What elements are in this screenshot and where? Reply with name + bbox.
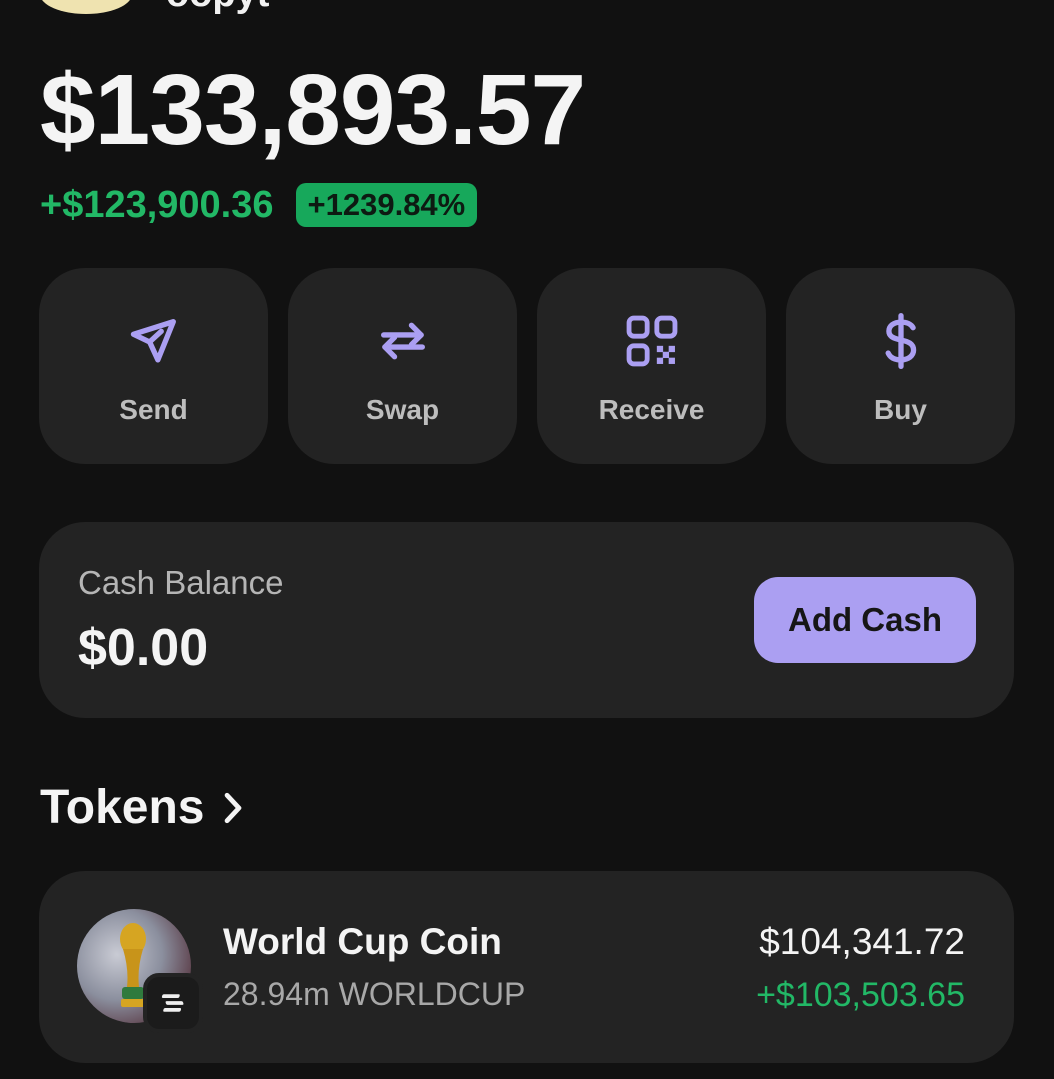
portfolio-change: +$123,900.36 +1239.84% [40, 183, 478, 227]
send-label: Send [119, 394, 188, 425]
receive-label: Receive [598, 394, 705, 425]
account-avatar[interactable] [40, 0, 132, 14]
swap-label: Swap [365, 394, 440, 425]
account-username: oopyt [166, 0, 269, 14]
token-name: World Cup Coin [223, 921, 502, 962]
chevron-right-icon [225, 792, 242, 823]
buy-button[interactable]: Buy [786, 268, 1015, 464]
portfolio-balance: $133,893.57 [40, 54, 586, 166]
token-row[interactable]: World Cup Coin 28.94m WORLDCUP $104,341.… [39, 871, 1014, 1063]
world-cup-trophy-icon [77, 909, 203, 1033]
token-value: $104,341.72 [759, 921, 965, 962]
dollar-icon [870, 310, 932, 372]
qr-code-icon [621, 310, 683, 372]
receive-button[interactable]: Receive [537, 268, 766, 464]
change-percent-badge: +1239.84% [295, 183, 478, 227]
swap-icon [372, 310, 434, 372]
cash-balance-card: Cash Balance $0.00 Add Cash [39, 522, 1014, 718]
cash-balance-label: Cash Balance [78, 564, 284, 601]
buy-label: Buy [874, 394, 927, 425]
swap-button[interactable]: Swap [288, 268, 517, 464]
token-change: +$103,503.65 [756, 976, 965, 1014]
tokens-section-header[interactable]: Tokens [40, 780, 244, 835]
quick-actions: Send Swap Receive Buy [39, 268, 1015, 464]
add-cash-button[interactable]: Add Cash [754, 577, 976, 663]
solana-icon [143, 973, 203, 1033]
tokens-title: Tokens [40, 781, 205, 834]
send-icon [123, 310, 185, 372]
account-header[interactable]: oopyt [40, 0, 269, 14]
cash-balance-value: $0.00 [78, 619, 209, 677]
send-button[interactable]: Send [39, 268, 268, 464]
change-amount: +$123,900.36 [40, 183, 274, 226]
token-holding: 28.94m WORLDCUP [223, 976, 526, 1012]
